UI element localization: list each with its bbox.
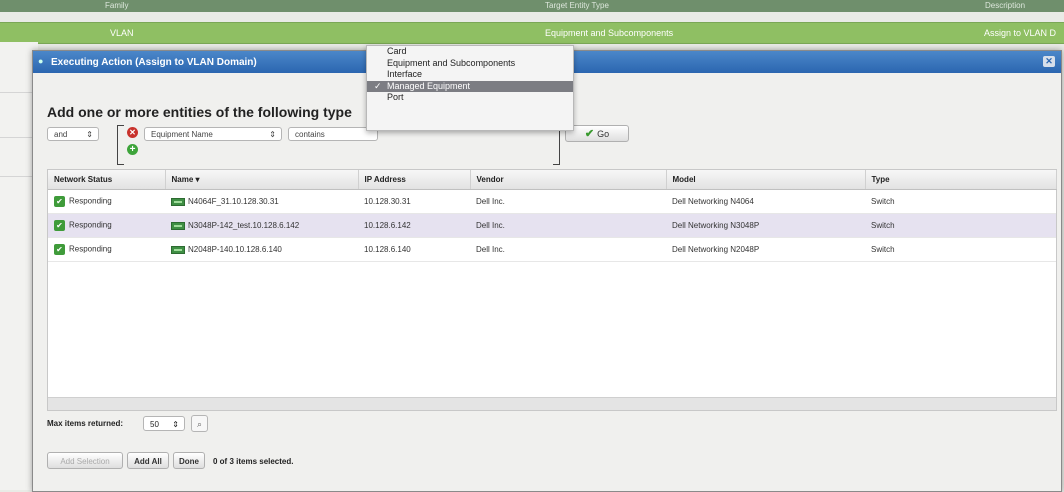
magnifier-icon: ⌕: [196, 419, 203, 429]
model-cell: Dell Networking N3048P: [666, 213, 865, 238]
status-text: Responding: [69, 220, 112, 230]
background-header: Family Target Entity Type Description: [0, 0, 1064, 12]
operator-select-value: contains: [295, 130, 325, 139]
status-text: Responding: [69, 196, 112, 206]
results-table: Network Status Name ▾ IP Address Vendor …: [48, 170, 1057, 262]
option-label: Port: [387, 92, 404, 102]
option-label: Equipment and Subcomponents: [387, 57, 516, 68]
option-label: Interface: [387, 69, 423, 79]
name-cell: N3048P-142_test.10.128.6.142: [165, 213, 358, 238]
vendor-cell: Dell Inc.: [470, 189, 666, 214]
ip-cell: 10.128.6.140: [358, 237, 470, 262]
table-row[interactable]: ✔ Responding N4064F_31.10.128.30.31 10.12…: [48, 189, 1056, 214]
column-header-ip-address[interactable]: IP Address: [358, 170, 471, 190]
background-row[interactable]: VLAN Equipment and Subcomponents Assign …: [0, 22, 1064, 44]
responding-status-icon: ✔: [54, 244, 65, 255]
horizontal-scrollbar[interactable]: [48, 397, 1056, 410]
results-grid: Network Status Name ▾ IP Address Vendor …: [47, 169, 1057, 411]
table-row[interactable]: ✔ Responding N2048P-140.10.128.6.140 10.1…: [48, 237, 1056, 262]
field-select-value: Equipment Name: [151, 130, 213, 139]
remove-condition-icon[interactable]: ✕: [127, 127, 138, 138]
bg-row-target: Equipment and Subcomponents: [545, 28, 674, 38]
option-label: Managed Equipment: [387, 80, 471, 91]
type-cell: Switch: [865, 189, 1056, 214]
max-items-label: Max items returned:: [47, 419, 124, 428]
ip-cell: 10.128.30.31: [358, 189, 470, 214]
vendor-cell: Dell Inc.: [470, 237, 666, 262]
filter-bracket-left: [117, 125, 124, 165]
close-icon[interactable]: ✕: [1043, 56, 1055, 67]
type-cell: Switch: [865, 213, 1056, 238]
model-cell: Dell Networking N4064: [666, 189, 865, 214]
network-status-cell: ✔ Responding: [48, 189, 165, 214]
name-cell: N4064F_31.10.128.30.31: [165, 189, 358, 214]
checkmark-icon: ✔: [584, 128, 595, 140]
responding-status-icon: ✔: [54, 196, 65, 207]
dropdown-option-card[interactable]: Card: [367, 46, 573, 58]
model-cell: Dell Networking N2048P: [666, 237, 865, 262]
bg-header-family: Family: [105, 1, 129, 10]
sort-desc-icon: ▾: [193, 175, 200, 184]
responding-status-icon: ✔: [54, 220, 65, 231]
dropdown-option-port[interactable]: Port: [367, 92, 573, 104]
table-row[interactable]: ✔ Responding N3048P-142_test.10.128.6.142…: [48, 213, 1056, 238]
select-arrow-icon: ⇕: [172, 420, 179, 429]
dialog-icon: ●: [38, 56, 44, 66]
go-button-label: Go: [597, 129, 610, 139]
name-text: N2048P-140.10.128.6.140: [188, 245, 282, 254]
switch-icon: [171, 245, 185, 254]
network-status-cell: ✔ Responding: [48, 213, 165, 238]
bg-header-description: Description: [985, 1, 1026, 10]
column-header-name[interactable]: Name ▾: [165, 170, 359, 190]
column-header-model[interactable]: Model: [666, 170, 866, 190]
status-text: Responding: [69, 244, 112, 254]
dropdown-option-equipment-subcomponents[interactable]: Equipment and Subcomponents: [367, 58, 573, 70]
column-header-vendor[interactable]: Vendor: [470, 170, 667, 190]
entity-type-dropdown[interactable]: Card Equipment and Subcomponents Interfa…: [366, 45, 574, 131]
checkmark-icon: ✓: [374, 80, 382, 91]
name-text: N4064F_31.10.128.30.31: [188, 197, 279, 206]
logic-select[interactable]: and ⇕: [47, 127, 99, 141]
option-label: Card: [387, 46, 407, 56]
add-condition-icon[interactable]: +: [127, 144, 138, 155]
add-all-button[interactable]: Add All: [127, 452, 169, 469]
max-items-select[interactable]: 50 ⇕: [143, 416, 185, 431]
ip-cell: 10.128.6.142: [358, 213, 470, 238]
select-arrow-icon: ⇕: [86, 130, 93, 139]
dialog-heading: Add one or more entities of the followin…: [47, 104, 352, 120]
dropdown-option-interface[interactable]: Interface: [367, 69, 573, 81]
column-header-name-label: Name: [171, 175, 194, 184]
table-header-row: Network Status Name ▾ IP Address Vendor …: [48, 170, 1057, 190]
column-header-type[interactable]: Type: [865, 170, 1057, 190]
vendor-cell: Dell Inc.: [470, 213, 666, 238]
done-button[interactable]: Done: [173, 452, 205, 469]
bg-row-family: VLAN: [110, 28, 134, 38]
operator-select[interactable]: contains: [288, 127, 378, 141]
name-cell: N2048P-140.10.128.6.140: [165, 237, 358, 262]
bg-row-description: Assign to VLAN D: [984, 28, 1057, 38]
dropdown-option-managed-equipment[interactable]: ✓ Managed Equipment: [367, 80, 573, 92]
selection-status: 0 of 3 items selected.: [213, 457, 294, 466]
switch-icon: [171, 221, 185, 230]
field-select[interactable]: Equipment Name ⇕: [144, 127, 282, 141]
type-cell: Switch: [865, 237, 1056, 262]
search-button[interactable]: ⌕: [191, 415, 208, 432]
name-text: N3048P-142_test.10.128.6.142: [188, 221, 300, 230]
column-header-network-status[interactable]: Network Status: [48, 170, 166, 190]
add-selection-button[interactable]: Add Selection: [47, 452, 123, 469]
network-status-cell: ✔ Responding: [48, 237, 165, 262]
max-items-value: 50: [150, 420, 159, 429]
filter-bracket-right: [553, 125, 560, 165]
dialog-title: Executing Action (Assign to VLAN Domain): [51, 57, 257, 68]
go-button[interactable]: ✔ Go: [565, 125, 629, 142]
switch-icon: [171, 197, 185, 206]
select-arrow-icon: ⇕: [269, 130, 276, 139]
logic-select-value: and: [54, 130, 68, 139]
bg-header-target: Target Entity Type: [545, 1, 609, 10]
